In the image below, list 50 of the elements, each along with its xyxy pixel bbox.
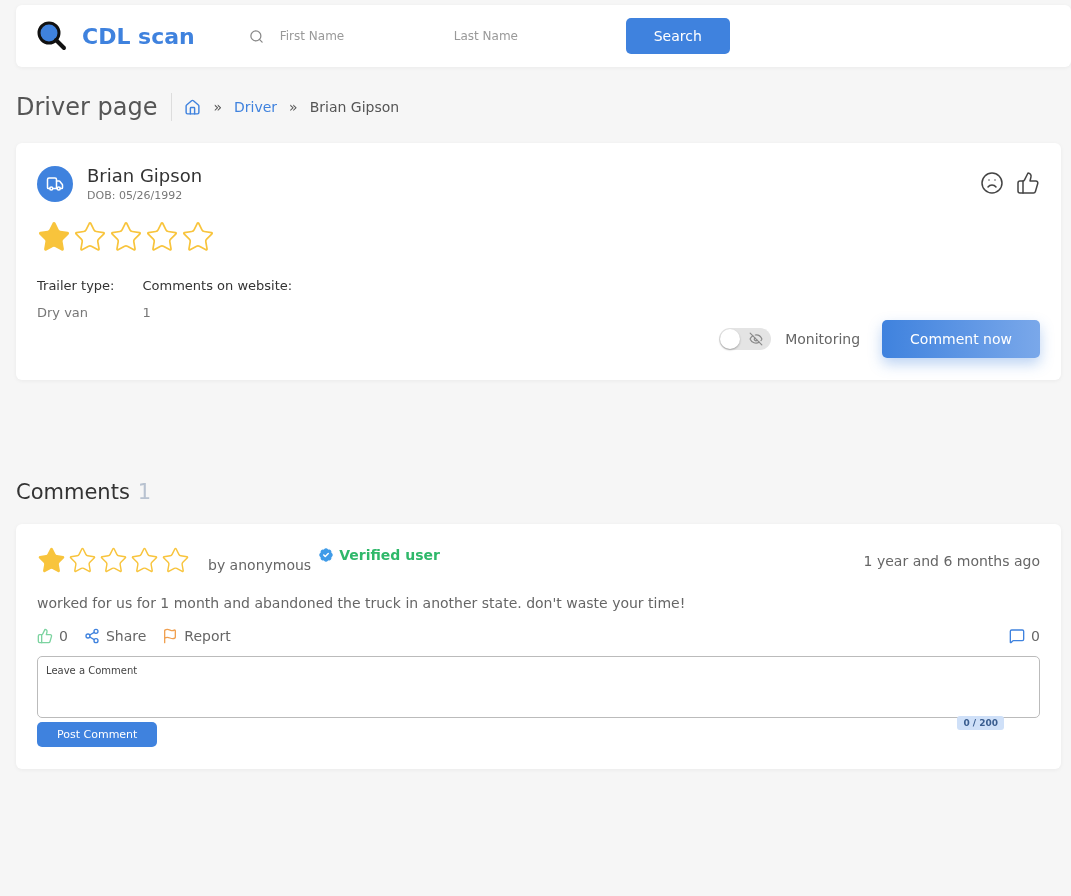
replies-button[interactable]: 0 <box>1009 628 1040 644</box>
breadcrumb-current: Brian Gipson <box>309 99 400 115</box>
post-comment-button[interactable]: Post Comment <box>37 722 158 747</box>
fact-label: Comments on website: <box>142 278 293 293</box>
star-icon <box>161 546 190 575</box>
comments-count: 1 <box>137 480 152 504</box>
star-icon <box>37 546 66 575</box>
fact-value: 1 <box>142 305 152 320</box>
sad-face-icon[interactable] <box>980 171 1004 195</box>
star-icon <box>130 546 159 575</box>
star-icon <box>181 220 215 254</box>
search-icon <box>248 28 264 44</box>
breadcrumb-link[interactable]: Driver <box>234 99 278 115</box>
logo-icon <box>36 20 68 52</box>
fact-label: Trailer type: <box>37 278 115 293</box>
monitoring-label: Monitoring <box>785 331 861 347</box>
share-button[interactable]: Share <box>83 628 147 644</box>
flag-icon <box>162 628 179 644</box>
star-icon <box>73 220 107 254</box>
star-icon <box>68 546 97 575</box>
speech-bubble-icon <box>1009 628 1026 644</box>
report-button[interactable]: Report <box>162 628 231 644</box>
comment-input-field[interactable]: Leave a Comment <box>37 656 1040 718</box>
thumbs-up-icon[interactable] <box>1016 171 1040 195</box>
home-icon[interactable] <box>184 98 202 116</box>
truck-icon <box>37 165 73 202</box>
comment-now-button[interactable]: Comment now <box>882 320 1040 358</box>
fact-value: Dry van <box>37 305 90 320</box>
search-button[interactable]: Search <box>625 18 730 54</box>
star-icon <box>37 220 71 254</box>
share-icon <box>83 628 100 644</box>
comments-heading: Comments <box>16 480 130 504</box>
breadcrumb-separator: » <box>289 99 298 115</box>
comment-time: 1 year and 6 months ago <box>863 552 1040 569</box>
character-counter: 0 / 200 <box>957 716 1004 730</box>
page-title: Driver page <box>16 93 173 121</box>
driver-dob: DOB: 05/26/1992 <box>87 189 184 202</box>
comment-author: by anonymous <box>208 556 312 573</box>
thumbs-up-icon <box>37 628 53 644</box>
like-button[interactable]: 0 <box>37 628 68 644</box>
breadcrumb-separator: » <box>213 99 222 115</box>
monitoring-toggle[interactable] <box>719 328 772 350</box>
comment-text: worked for us for 1 month and abandoned the truck in another state. don't waste your time! <box>37 595 686 611</box>
eye-off-icon <box>749 332 764 346</box>
logo-text: CDL scan <box>82 23 195 49</box>
verified-label: Verified user <box>339 547 440 563</box>
driver-name: Brian Gipson <box>87 165 203 186</box>
star-icon <box>109 220 143 254</box>
star-icon <box>145 220 179 254</box>
star-icon <box>99 546 128 575</box>
